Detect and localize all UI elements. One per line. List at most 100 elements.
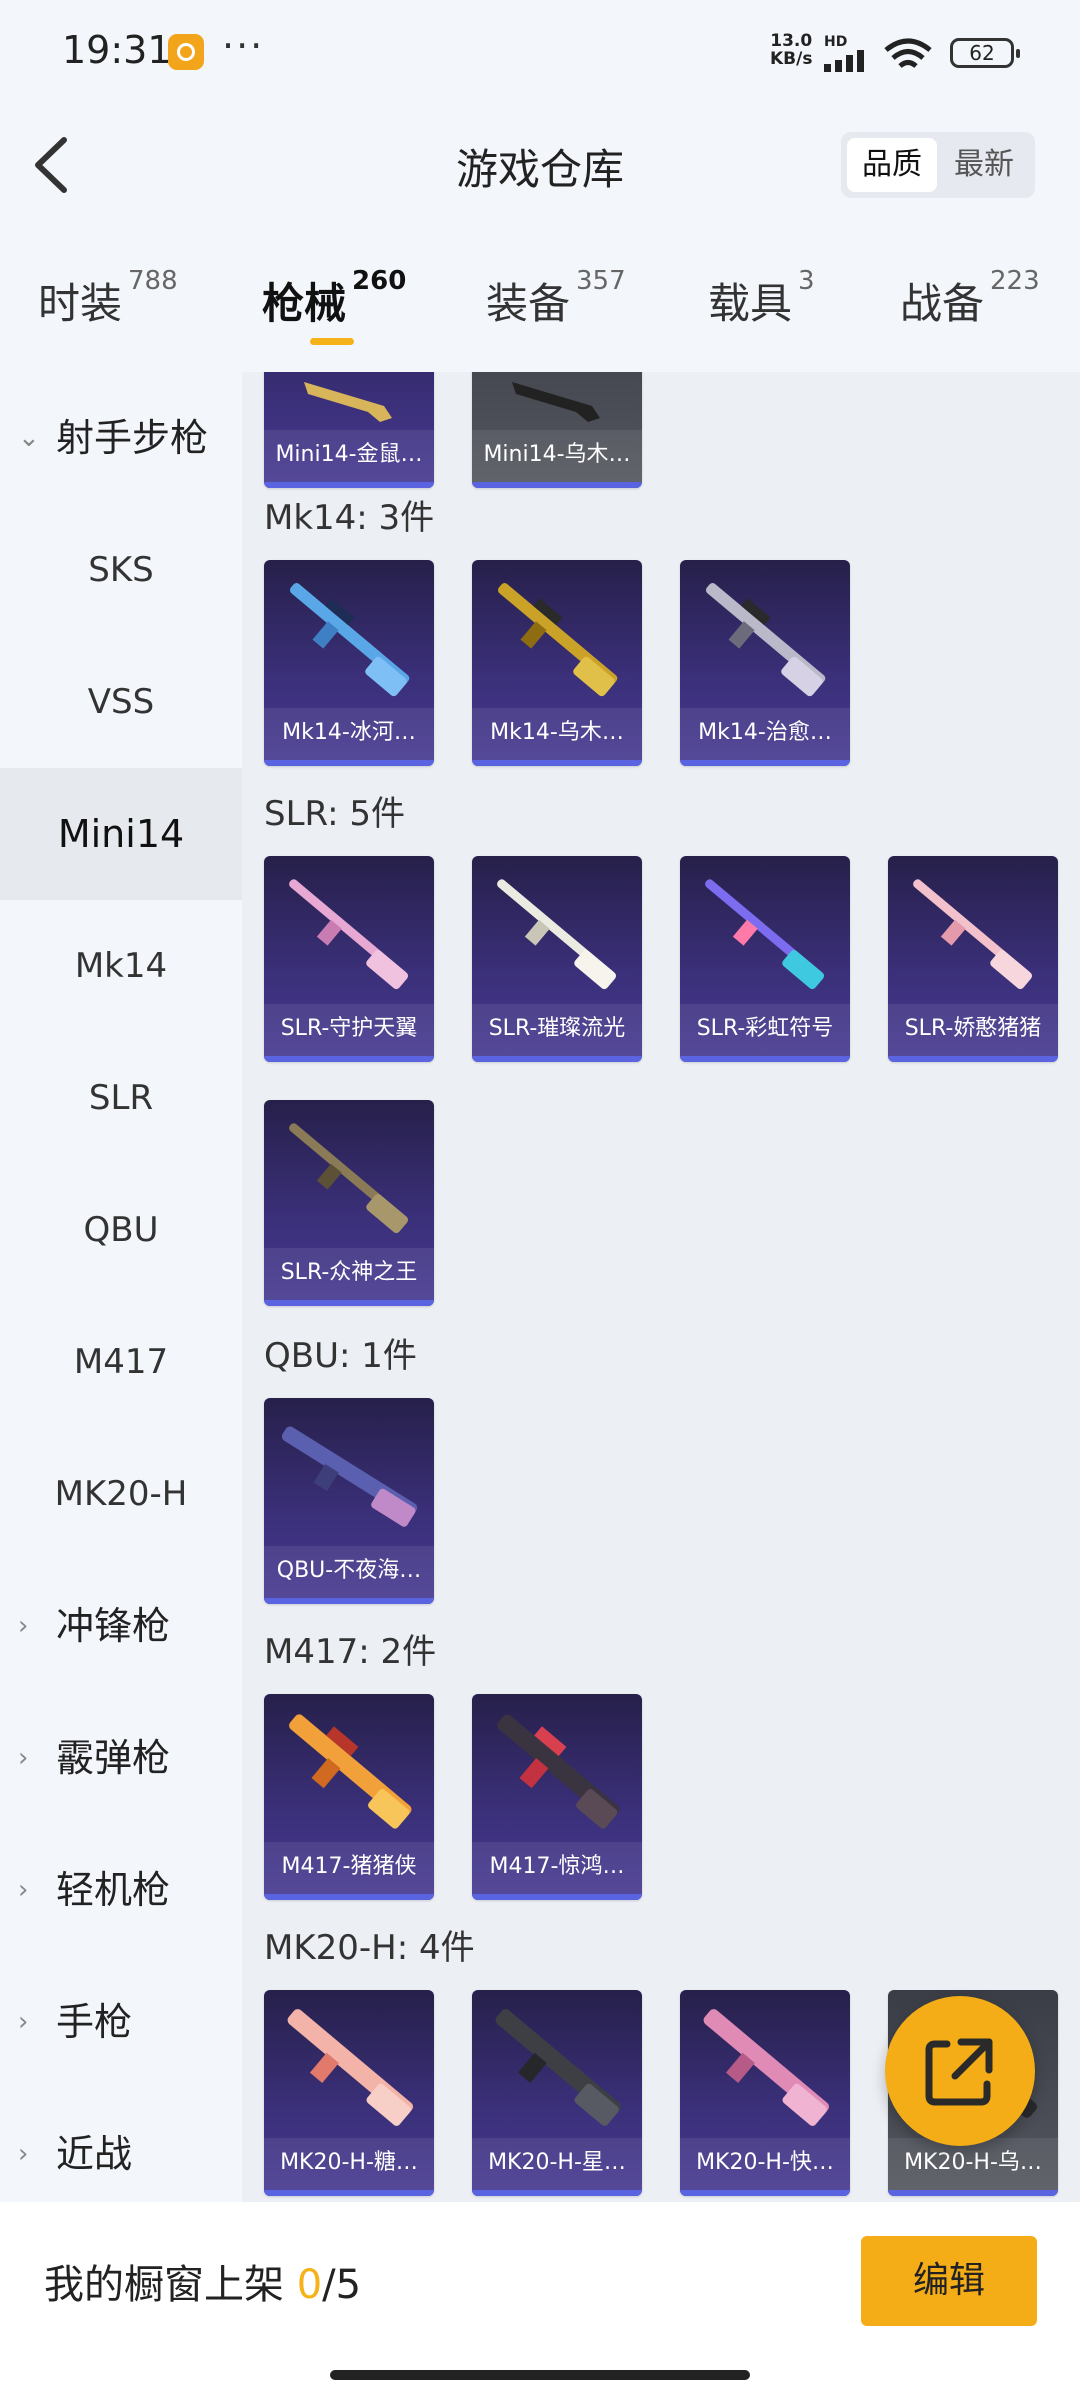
status-time: 19:31 xyxy=(62,28,172,72)
sort-quality-button[interactable]: 品质 xyxy=(847,138,937,192)
skin-name: Mini14-乌木… xyxy=(472,430,642,482)
chevron-down-icon: ⌄ xyxy=(18,423,40,453)
sidebar-group-label: 轻机枪 xyxy=(56,1868,171,1912)
skin-name: MK20-H-糖… xyxy=(264,2138,434,2190)
sidebar-group-pistol[interactable]: › 手枪 xyxy=(0,1956,242,2088)
share-fab[interactable] xyxy=(885,1996,1035,2146)
skin-card[interactable]: Mk14-乌木… xyxy=(472,560,642,766)
section-label-mk14: Mk14: 3件 xyxy=(264,498,435,538)
rifle-skin-image xyxy=(705,879,825,990)
tab-fashion[interactable]: 时装 788 xyxy=(38,266,178,331)
edit-button[interactable]: 编辑 xyxy=(861,2236,1037,2326)
skin-card[interactable]: SLR-守护天翼 xyxy=(264,856,434,1062)
skin-card[interactable]: M417-惊鸿… xyxy=(472,1694,642,1900)
skin-card[interactable]: QBU-不夜海… xyxy=(264,1398,434,1604)
active-tab-indicator xyxy=(310,338,354,345)
battery-icon: 62 xyxy=(950,38,1020,68)
skin-name: SLR-娇憨猪猪 xyxy=(888,1004,1058,1056)
sidebar-group-lmg[interactable]: › 轻机枪 xyxy=(0,1824,242,1956)
rifle-skin-image xyxy=(289,1714,412,1829)
sidebar-group-label: 射手步枪 xyxy=(56,416,209,460)
skin-card[interactable]: Mini14-金鼠… xyxy=(264,372,434,488)
tab-label: 载具 xyxy=(708,279,793,328)
sidebar-item-qbu[interactable]: QBU xyxy=(0,1164,242,1296)
rifle-skin-image xyxy=(512,382,600,422)
sidebar-group-smg[interactable]: › 冲锋枪 xyxy=(0,1560,242,1692)
skin-card[interactable]: Mini14-乌木… xyxy=(472,372,642,488)
sidebar-item-slr[interactable]: SLR xyxy=(0,1032,242,1164)
rifle-skin-image xyxy=(304,382,392,422)
sort-latest-button[interactable]: 最新 xyxy=(939,138,1029,192)
showcase-status: 我的橱窗上架 0/5 xyxy=(44,2252,361,2310)
tab-count: 788 xyxy=(128,266,178,296)
skin-card[interactable]: MK20-H-糖… xyxy=(264,1990,434,2196)
skin-name: MK20-H-星… xyxy=(472,2138,642,2190)
sidebar-item-vss[interactable]: VSS xyxy=(0,636,242,768)
sidebar-item-mk20h[interactable]: MK20-H xyxy=(0,1428,242,1560)
tab-guns[interactable]: 枪械 260 xyxy=(262,266,406,331)
sidebar-group-marksman-rifles[interactable]: ⌄ 射手步枪 xyxy=(0,372,242,504)
skin-name: M417-惊鸿… xyxy=(472,1842,642,1894)
rifle-skin-image xyxy=(913,879,1033,990)
skin-name: M417-猪猪侠 xyxy=(264,1842,434,1894)
wifi-icon xyxy=(884,38,932,68)
tab-equipment[interactable]: 装备 357 xyxy=(486,266,626,331)
tab-label: 枪械 xyxy=(262,279,347,328)
sidebar-item-m417[interactable]: M417 xyxy=(0,1296,242,1428)
bottom-bar: 我的橱窗上架 0/5 编辑 xyxy=(0,2202,1080,2400)
skin-card[interactable]: Mk14-冰河… xyxy=(264,560,434,766)
tab-label: 时装 xyxy=(38,279,123,328)
skin-card[interactable]: MK20-H-快… xyxy=(680,1990,850,2196)
skin-name: Mini14-金鼠… xyxy=(264,430,434,482)
app-header: 游戏仓库 品质 最新 xyxy=(0,110,1080,220)
skin-name: SLR-守护天翼 xyxy=(264,1004,434,1056)
item-grid: Mini14-金鼠… Mini14-乌木… Mk14: 3件 Mk14-冰河… … xyxy=(242,372,1080,2202)
skin-name: MK20-H-快… xyxy=(680,2138,850,2190)
home-indicator[interactable] xyxy=(330,2370,750,2380)
sidebar-group-label: 冲锋枪 xyxy=(56,1604,171,1648)
skin-name: SLR-彩虹符号 xyxy=(680,1004,850,1056)
chevron-right-icon: › xyxy=(18,2139,29,2169)
skin-card[interactable]: Mk14-治愈… xyxy=(680,560,850,766)
section-label-qbu: QBU: 1件 xyxy=(264,1336,417,1376)
rifle-skin-image xyxy=(289,879,409,990)
sidebar-item-mini14[interactable]: Mini14 xyxy=(0,768,242,900)
section-label-mk20h: MK20-H: 4件 xyxy=(264,1928,475,1968)
sidebar-group-melee[interactable]: › 近战 xyxy=(0,2088,242,2202)
tab-count: 3 xyxy=(798,266,815,296)
rifle-skin-image xyxy=(497,1714,620,1829)
tab-count: 260 xyxy=(352,266,407,296)
more-notifications-icon: ··· xyxy=(222,24,265,68)
sidebar-group-shotgun[interactable]: › 霰弹枪 xyxy=(0,1692,242,1824)
skin-card[interactable]: SLR-璀璨流光 xyxy=(472,856,642,1062)
skin-name: Mk14-冰河… xyxy=(264,708,434,760)
tab-vehicles[interactable]: 载具 3 xyxy=(708,266,815,331)
section-label-slr: SLR: 5件 xyxy=(264,794,405,834)
network-speed: 13.0 KB/s xyxy=(770,32,812,68)
rifle-skin-image xyxy=(289,1123,409,1234)
skin-card[interactable]: SLR-众神之王 xyxy=(264,1100,434,1306)
skin-name: QBU-不夜海… xyxy=(264,1546,434,1598)
tab-label: 战备 xyxy=(900,279,985,328)
tab-supplies[interactable]: 战备 223 xyxy=(900,266,1040,331)
share-icon xyxy=(925,2038,993,2106)
skin-name: SLR-璀璨流光 xyxy=(472,1004,642,1056)
rifle-skin-image xyxy=(495,2009,622,2126)
skin-card[interactable]: MK20-H-星… xyxy=(472,1990,642,2196)
app-notification-icon xyxy=(168,34,204,70)
rifle-skin-image xyxy=(705,583,826,697)
skin-card[interactable]: M417-猪猪侠 xyxy=(264,1694,434,1900)
skin-name: Mk14-乌木… xyxy=(472,708,642,760)
skin-name: SLR-众神之王 xyxy=(264,1248,434,1300)
chevron-right-icon: › xyxy=(18,1875,29,1905)
skin-card[interactable]: SLR-娇憨猪猪 xyxy=(888,856,1058,1062)
signal-icon xyxy=(824,50,864,72)
sort-toggle: 品质 最新 xyxy=(841,132,1035,198)
rifle-skin-image xyxy=(289,583,410,697)
skin-card[interactable]: SLR-彩虹符号 xyxy=(680,856,850,1062)
sidebar-item-sks[interactable]: SKS xyxy=(0,504,242,636)
sidebar-group-label: 霰弹枪 xyxy=(56,1736,171,1780)
sidebar-item-mk14[interactable]: Mk14 xyxy=(0,900,242,1032)
network-speed-value: 13.0 xyxy=(770,31,813,51)
category-tabs: 时装 788 枪械 260 装备 357 载具 3 战备 223 xyxy=(0,260,1080,370)
